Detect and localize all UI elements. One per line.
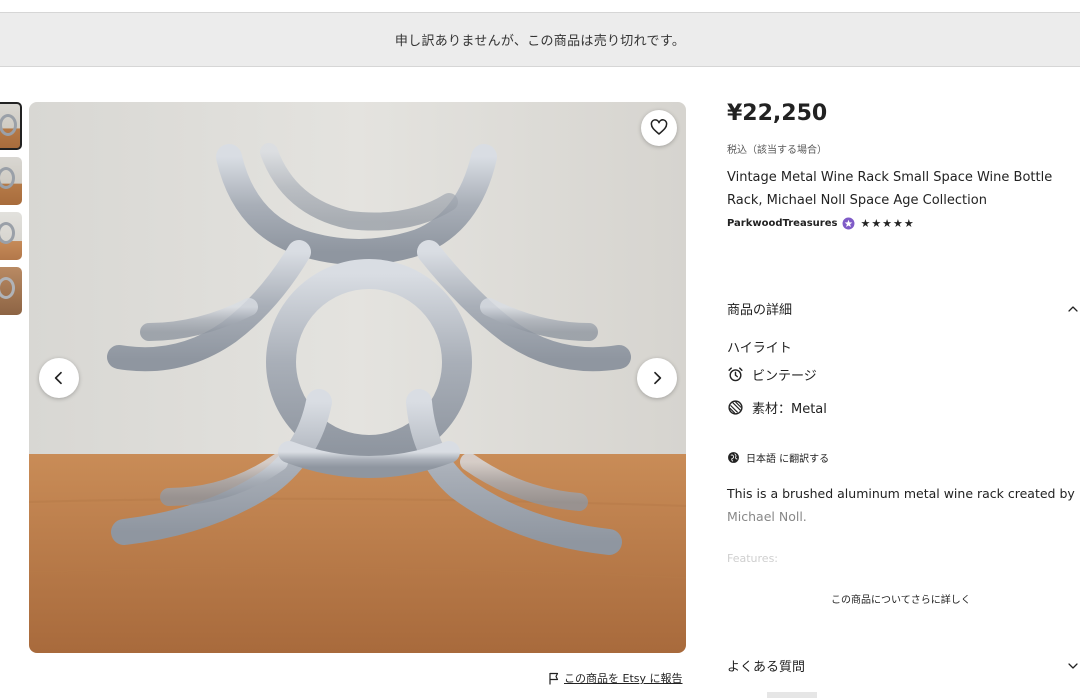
- star-seller-badge-icon: [842, 217, 855, 230]
- material-icon: [728, 400, 743, 415]
- highlight-vintage: ビンテージ: [727, 365, 817, 384]
- item-details-heading: 商品の詳細: [727, 303, 793, 318]
- faq-toggle[interactable]: よくある質問: [727, 656, 1079, 675]
- highlight-material: 素材：Metal: [727, 398, 827, 417]
- thumbnail-2[interactable]: [0, 157, 22, 205]
- report-item-link[interactable]: この商品を Etsy に報告: [548, 670, 683, 686]
- sold-out-message: 申し訳ありませんが、この商品は売り切れです。: [394, 34, 686, 49]
- alarm-clock-icon: [728, 367, 743, 382]
- sold-out-banner: 申し訳ありませんが、この商品は売り切れです。: [0, 13, 1080, 67]
- chevron-left-icon: [54, 371, 62, 385]
- thumbnail-4[interactable]: [0, 267, 22, 315]
- thumbnail-3[interactable]: [0, 212, 22, 260]
- translate-link[interactable]: 日本語 に翻訳する: [727, 450, 829, 465]
- thumbnail-1[interactable]: [0, 102, 22, 150]
- flag-icon: [549, 672, 559, 684]
- description-line-1: This is a brushed aluminum metal wine ra…: [727, 486, 1075, 501]
- next-section-fade: [767, 692, 817, 698]
- features-label: Features:: [727, 552, 779, 565]
- wine-rack-image: [29, 102, 686, 653]
- description: This is a brushed aluminum metal wine ra…: [727, 482, 1080, 528]
- globe-icon: [728, 452, 739, 463]
- chevron-up-icon: [1068, 305, 1078, 312]
- thumbnail-strip: [0, 102, 24, 322]
- chevron-down-icon: [1068, 662, 1078, 669]
- favorite-button[interactable]: [641, 110, 677, 146]
- product-photo: [29, 102, 686, 653]
- highlights-title: ハイライト: [727, 341, 792, 356]
- highlight-vintage-label: ビンテージ: [752, 369, 817, 384]
- translate-label: 日本語 に翻訳する: [746, 454, 830, 465]
- item-details-toggle[interactable]: 商品の詳細: [727, 299, 1079, 318]
- next-image-button[interactable]: [637, 358, 677, 398]
- product-title: Vintage Metal Wine Rack Small Space Wine…: [727, 170, 1053, 208]
- highlight-material-label: 素材：Metal: [752, 402, 827, 417]
- shop-info: ParkwoodTreasures ★★★★★: [727, 217, 915, 230]
- learn-more-link[interactable]: この商品についてさらに詳しく: [831, 591, 971, 606]
- price: ¥22,250: [727, 101, 828, 126]
- shop-name-link[interactable]: ParkwoodTreasures: [727, 218, 837, 229]
- faq-heading: よくある質問: [727, 660, 806, 675]
- report-link-label: この商品を Etsy に報告: [564, 672, 683, 685]
- previous-image-button[interactable]: [39, 358, 79, 398]
- description-line-2: Michael Noll.: [727, 509, 807, 524]
- chevron-right-icon: [654, 371, 662, 385]
- rating-stars: ★★★★★: [860, 217, 915, 230]
- tax-note: 税込（該当する場合）: [727, 145, 827, 156]
- heart-icon: [650, 119, 668, 135]
